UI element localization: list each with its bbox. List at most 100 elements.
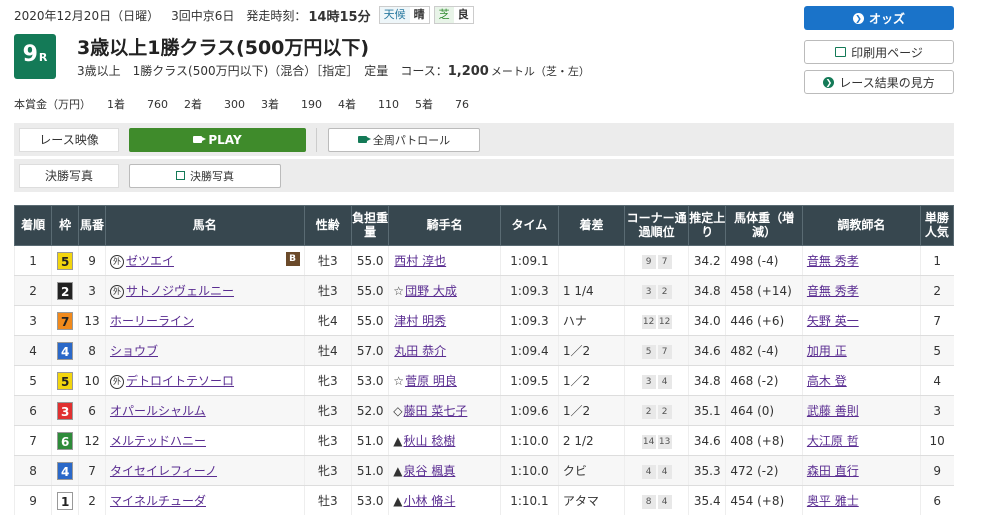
- col-horse-number-header: 馬番: [78, 205, 106, 246]
- corner-4: 2: [657, 404, 672, 419]
- prize-money: 本賞金（万円） 1着 760 2着 300 3着 190 4着 110 5着 7…: [14, 96, 485, 112]
- horse-number: 6: [78, 395, 106, 426]
- horse-name-cell: マイネルチューダ: [104, 485, 305, 515]
- jockey-link[interactable]: 丸田 恭介: [394, 344, 446, 358]
- race-class-info: 3歳以上 1勝クラス(500万円以下)（混合）［指定］ 定量: [77, 64, 389, 78]
- patrol-video-button[interactable]: 全周パトロール: [328, 127, 480, 152]
- race-title: 3歳以上1勝クラス(500万円以下): [77, 37, 370, 59]
- corner-positions: 57: [624, 335, 689, 366]
- video-camera-icon: [357, 136, 371, 143]
- jockey-link[interactable]: 団野 大成: [405, 284, 457, 298]
- race-date: 2020年12月20日（日曜）: [14, 8, 160, 23]
- popularity: 7: [919, 305, 954, 336]
- jockey-mark: ▲: [393, 434, 403, 448]
- horse-name-cell: ホーリーライン: [104, 305, 305, 336]
- jockey-link[interactable]: 西村 淳也: [394, 254, 446, 268]
- corner-4: 4: [657, 464, 672, 479]
- finish-photo-button[interactable]: 決勝写真: [129, 163, 281, 188]
- trainer-link[interactable]: 高木 登: [807, 374, 847, 388]
- print-page-button[interactable]: 印刷用ページ: [804, 40, 954, 64]
- horse-name-cell: B 外ゼツエイ: [104, 245, 305, 276]
- last-3f: 34.0: [688, 305, 726, 336]
- prize-3rd: 3着 190: [261, 98, 322, 111]
- horse-name-link[interactable]: タイセイレフィーノ: [110, 464, 217, 478]
- odds-button[interactable]: ❯ オッズ: [804, 6, 954, 30]
- trainer-cell: 奥平 雅士: [801, 485, 921, 515]
- chevron-right-icon: ❯: [823, 76, 835, 88]
- course-label: コース：: [400, 64, 448, 78]
- trainer-link[interactable]: 大江原 哲: [807, 434, 859, 448]
- jockey-cell: ◇藤田 菜七子: [388, 395, 501, 426]
- finish-photo-label: 決勝写真: [19, 163, 119, 188]
- trainer-link[interactable]: 武藤 善則: [807, 404, 859, 418]
- popularity: 9: [919, 455, 954, 486]
- jockey-link[interactable]: 秋山 稔樹: [404, 434, 456, 448]
- weather-label: 天候: [379, 7, 410, 23]
- trainer-cell: 高木 登: [801, 365, 921, 396]
- corner-3: 8: [641, 494, 656, 509]
- race-meeting: 3回中京6日: [171, 8, 235, 23]
- jockey-cell: 西村 淳也: [388, 245, 501, 276]
- jockey-link[interactable]: 泉谷 楓真: [404, 464, 456, 478]
- course-unit: メートル（芝・左）: [490, 65, 590, 78]
- image-icon: [176, 171, 185, 180]
- table-row: 6 3 6 オパールシャルム 牝3 52.0 ◇藤田 菜七子 1:09.6 1／2 2 2 35.1 4…: [13, 395, 954, 426]
- horse-name-cell: 外サトノジヴェルニー: [104, 275, 305, 306]
- trainer-link[interactable]: 音無 秀孝: [807, 284, 859, 298]
- trainer-link[interactable]: 矢野 英一: [807, 314, 859, 328]
- finish-position: 7: [13, 425, 52, 456]
- sex-age: 牡3: [303, 245, 352, 276]
- jockey-link[interactable]: 小林 脩斗: [404, 494, 456, 508]
- horse-name-link[interactable]: サトノジヴェルニー: [126, 284, 234, 298]
- last-3f: 34.8: [688, 365, 726, 396]
- results-header-row: 着順枠馬番 馬名 性齢 負担重量 騎手名 タイム 着差 コーナー通過順位 推定上り 馬体重（増減）…: [13, 205, 955, 246]
- horse-name-link[interactable]: マイネルチューダ: [110, 494, 206, 508]
- race-time: 1:10.0: [499, 425, 559, 456]
- race-time: 1:09.1: [499, 245, 559, 276]
- trainer-link[interactable]: 奥平 雅士: [807, 494, 859, 508]
- trainer-link[interactable]: 音無 秀孝: [807, 254, 859, 268]
- last-3f: 34.6: [688, 425, 726, 456]
- jockey-mark: ▲: [393, 494, 403, 508]
- horse-name-link[interactable]: ショウブ: [110, 344, 158, 358]
- horse-name-link[interactable]: ホーリーライン: [110, 314, 194, 328]
- horse-name-link[interactable]: メルテッドハニー: [110, 434, 206, 448]
- waku-cell: 4: [51, 335, 79, 366]
- race-meta-line: 2020年12月20日（日曜） 3回中京6日 発走時刻： 14時15分 天候 晴…: [14, 6, 478, 25]
- table-row: 2 2 3 外サトノジヴェルニー 牡3 55.0 ☆団野 大成 1:09.3 1 1/4 3 2 34…: [13, 275, 954, 306]
- waku-cell: 5: [51, 245, 79, 276]
- corner-3: 5: [641, 344, 656, 359]
- jockey-link[interactable]: 菅原 明良: [405, 374, 457, 388]
- finish-position: 4: [13, 335, 52, 366]
- horse-name-link[interactable]: デトロイトテソーロ: [126, 374, 234, 388]
- horse-name-cell: ショウブ: [104, 335, 305, 366]
- margin: [557, 245, 625, 276]
- waku-cell: 7: [51, 305, 79, 336]
- jockey-link[interactable]: 藤田 菜七子: [404, 404, 468, 418]
- trainer-link[interactable]: 森田 直行: [807, 464, 859, 478]
- prize-4th: 4着 110: [338, 98, 399, 111]
- horse-name-link[interactable]: ゼツエイ: [126, 254, 174, 268]
- waku-badge: 6: [57, 431, 74, 450]
- corner-3: 14: [641, 434, 656, 449]
- trainer-cell: 矢野 英一: [801, 305, 921, 336]
- table-row: 5 5 10 外デトロイトテソーロ 牝3 53.0 ☆菅原 明良 1:09.5 1／2 3 4 34.…: [13, 365, 954, 396]
- corner-3: 9: [641, 254, 656, 269]
- result-guide-button[interactable]: ❯ レース結果の見方: [804, 70, 954, 94]
- horse-number: 2: [78, 485, 106, 515]
- corner-4: 12: [657, 314, 672, 329]
- jockey-link[interactable]: 津村 明秀: [394, 314, 446, 328]
- waku-badge: 7: [57, 311, 74, 330]
- trainer-link[interactable]: 加用 正: [807, 344, 847, 358]
- sex-age: 牡4: [303, 335, 352, 366]
- sex-age: 牝4: [303, 305, 352, 336]
- play-button[interactable]: PLAY: [129, 127, 306, 152]
- race-conditions: 3歳以上 1勝クラス(500万円以下)（混合）［指定］ 定量 コース： 1,20…: [77, 62, 590, 79]
- popularity: 1: [919, 245, 954, 276]
- horse-name-link[interactable]: オパールシャルム: [110, 404, 206, 418]
- waku-badge: 4: [57, 461, 74, 480]
- col-corner-header: コーナー通過順位: [624, 205, 690, 246]
- race-time: 1:09.4: [499, 335, 559, 366]
- foreign-bred-icon: 外: [109, 254, 124, 269]
- sex-age: 牝3: [303, 365, 352, 396]
